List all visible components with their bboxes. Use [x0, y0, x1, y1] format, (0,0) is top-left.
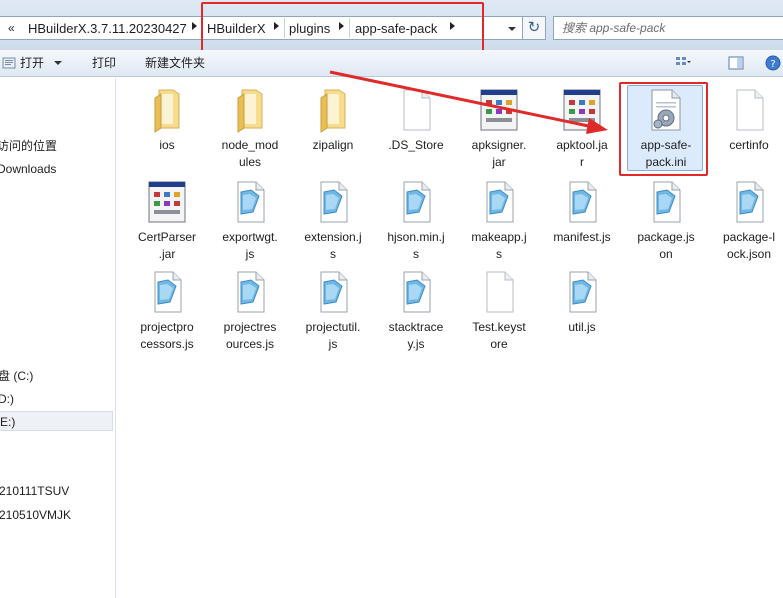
file-item-extension-js[interactable]: extension.j s: [292, 178, 374, 263]
file-name-label: projectres ources.js: [223, 320, 277, 351]
file-name-label: app-safe-pack.ini: [640, 138, 692, 169]
file-name-label: package.js on: [637, 230, 695, 261]
file-name-label: projectutil. js: [305, 320, 361, 351]
file-name-label: exportwgt. js: [222, 230, 278, 261]
search-box[interactable]: [553, 16, 783, 40]
file-name-label: apksigner. jar: [471, 138, 527, 169]
file-name-label: apktool.ja r: [556, 138, 608, 169]
address-row: « HBuilderX.3.7.11.20230427 HBuilderX pl…: [0, 0, 783, 52]
file-name-label: extension.j s: [304, 230, 362, 261]
new-folder-button[interactable]: 新建文件夹: [145, 55, 205, 72]
file-name-label: .DS_Store: [388, 138, 444, 152]
js-file-icon: [725, 178, 773, 226]
refresh-button[interactable]: ↻: [522, 16, 546, 40]
folder-file-icon: [309, 86, 357, 134]
annotation-highlight-breadcrumb: [201, 2, 484, 52]
file-item-manifest-js[interactable]: manifest.js: [541, 178, 623, 246]
js-file-icon: [309, 268, 357, 316]
file-name-label: manifest.js: [553, 230, 611, 244]
js-file-icon: [392, 178, 440, 226]
js-file-icon: [558, 268, 606, 316]
folder-file-icon: [143, 86, 191, 134]
help-icon[interactable]: ?: [765, 55, 781, 74]
preview-pane-icon[interactable]: [728, 56, 744, 73]
jar-file-icon: [475, 86, 523, 134]
file-item-certparser-jar[interactable]: CertParser .jar: [126, 178, 208, 263]
file-name-label: stacktrace y.js: [388, 320, 444, 351]
nav-item-network-2[interactable]: 210510VMJK: [0, 505, 113, 525]
svg-text:?: ?: [770, 59, 775, 70]
js-file-icon: [143, 268, 191, 316]
chevron-down-icon[interactable]: [508, 27, 516, 31]
file-list: ios node_mod ules zipalign .DS_Store apks…: [117, 78, 783, 598]
file-item-makeapp-js[interactable]: makeapp.j s: [458, 178, 540, 263]
file-name-label: projectpro cessors.js: [140, 320, 194, 351]
file-item-projectresources-js[interactable]: projectres ources.js: [209, 268, 291, 353]
file-item-hjson-min-js[interactable]: hjson.min.j s: [375, 178, 457, 263]
refresh-icon: ↻: [527, 19, 541, 36]
view-options-icon[interactable]: [675, 56, 691, 73]
nav-item-drive-c[interactable]: 盘 (C:): [0, 366, 112, 386]
nav-item-drive-e[interactable]: E:): [0, 411, 113, 431]
file-item-certinfo[interactable]: certinfo: [708, 86, 783, 154]
js-file-icon: [475, 178, 523, 226]
file-item-apksigner-jar[interactable]: apksigner. jar: [458, 86, 540, 171]
chevron-down-icon[interactable]: [54, 61, 62, 65]
print-button[interactable]: 打印: [92, 55, 116, 72]
file-item-package-json[interactable]: package.js on: [625, 178, 707, 263]
blank-file-icon: [392, 86, 440, 134]
file-item-ios[interactable]: ios: [126, 86, 208, 154]
file-name-label: Test.keyst ore: [472, 320, 526, 351]
file-name-label: ios: [159, 138, 175, 152]
file-item-stacktrace-js[interactable]: stacktrace y.js: [375, 268, 457, 353]
open-icon: [2, 56, 16, 73]
blank-file-icon: [475, 268, 523, 316]
open-button[interactable]: 打开: [20, 55, 44, 72]
file-name-label: hjson.min.j s: [387, 230, 445, 261]
file-name-label: zipalign: [312, 138, 354, 152]
file-name-label: makeapp.j s: [471, 230, 527, 261]
chevron-right-icon[interactable]: [192, 22, 197, 30]
file-item-util-js[interactable]: util.js: [541, 268, 623, 336]
folder-file-icon: [226, 86, 274, 134]
file-item-apktool-jar[interactable]: apktool.ja r: [541, 86, 623, 171]
file-item-test-keystore[interactable]: Test.keyst ore: [458, 268, 540, 353]
file-item-package-lock-json[interactable]: package-l ock.json: [708, 178, 783, 263]
js-file-icon: [642, 178, 690, 226]
file-item-zipalign[interactable]: zipalign: [292, 86, 374, 154]
js-file-icon: [309, 178, 357, 226]
ini-file-icon: [642, 86, 690, 134]
breadcrumb-segment-hbuilderx-version[interactable]: HBuilderX.3.7.11.20230427: [28, 20, 187, 37]
nav-item-recent-places[interactable]: 访问的位置: [0, 136, 111, 156]
breadcrumb-overflow[interactable]: «: [8, 20, 15, 37]
file-item-projectprocessors-js[interactable]: projectpro cessors.js: [126, 268, 208, 353]
navigation-pane: 访问的位置 Downloads 盘 (C:) D:) E:) 210111TSU…: [0, 78, 116, 598]
file-item-node-modules[interactable]: node_mod ules: [209, 86, 291, 171]
file-name-label: node_mod ules: [221, 138, 279, 169]
file-name-label: util.js: [568, 320, 596, 334]
nav-item-downloads[interactable]: Downloads: [0, 159, 111, 179]
command-bar: 打开 打印 新建文件夹 ?: [0, 50, 783, 77]
search-input[interactable]: [562, 19, 777, 37]
nav-item-network-1[interactable]: 210111TSUV: [0, 481, 113, 501]
file-name-label: certinfo: [729, 138, 769, 152]
jar-file-icon: [558, 86, 606, 134]
nav-item-drive-d[interactable]: D:): [0, 389, 112, 409]
file-name-label: package-l ock.json: [722, 230, 776, 261]
file-item-projectutil-js[interactable]: projectutil. js: [292, 268, 374, 353]
jar-file-icon: [143, 178, 191, 226]
js-file-icon: [392, 268, 440, 316]
js-file-icon: [226, 268, 274, 316]
js-file-icon: [226, 178, 274, 226]
file-name-label: CertParser .jar: [137, 230, 196, 261]
file-item-ds-store[interactable]: .DS_Store: [375, 86, 457, 154]
js-file-icon: [558, 178, 606, 226]
file-item-app-safe-pack-ini[interactable]: app-safe-pack.ini: [625, 86, 707, 171]
file-item-exportwgt-js[interactable]: exportwgt. js: [209, 178, 291, 263]
blank-file-icon: [725, 86, 773, 134]
